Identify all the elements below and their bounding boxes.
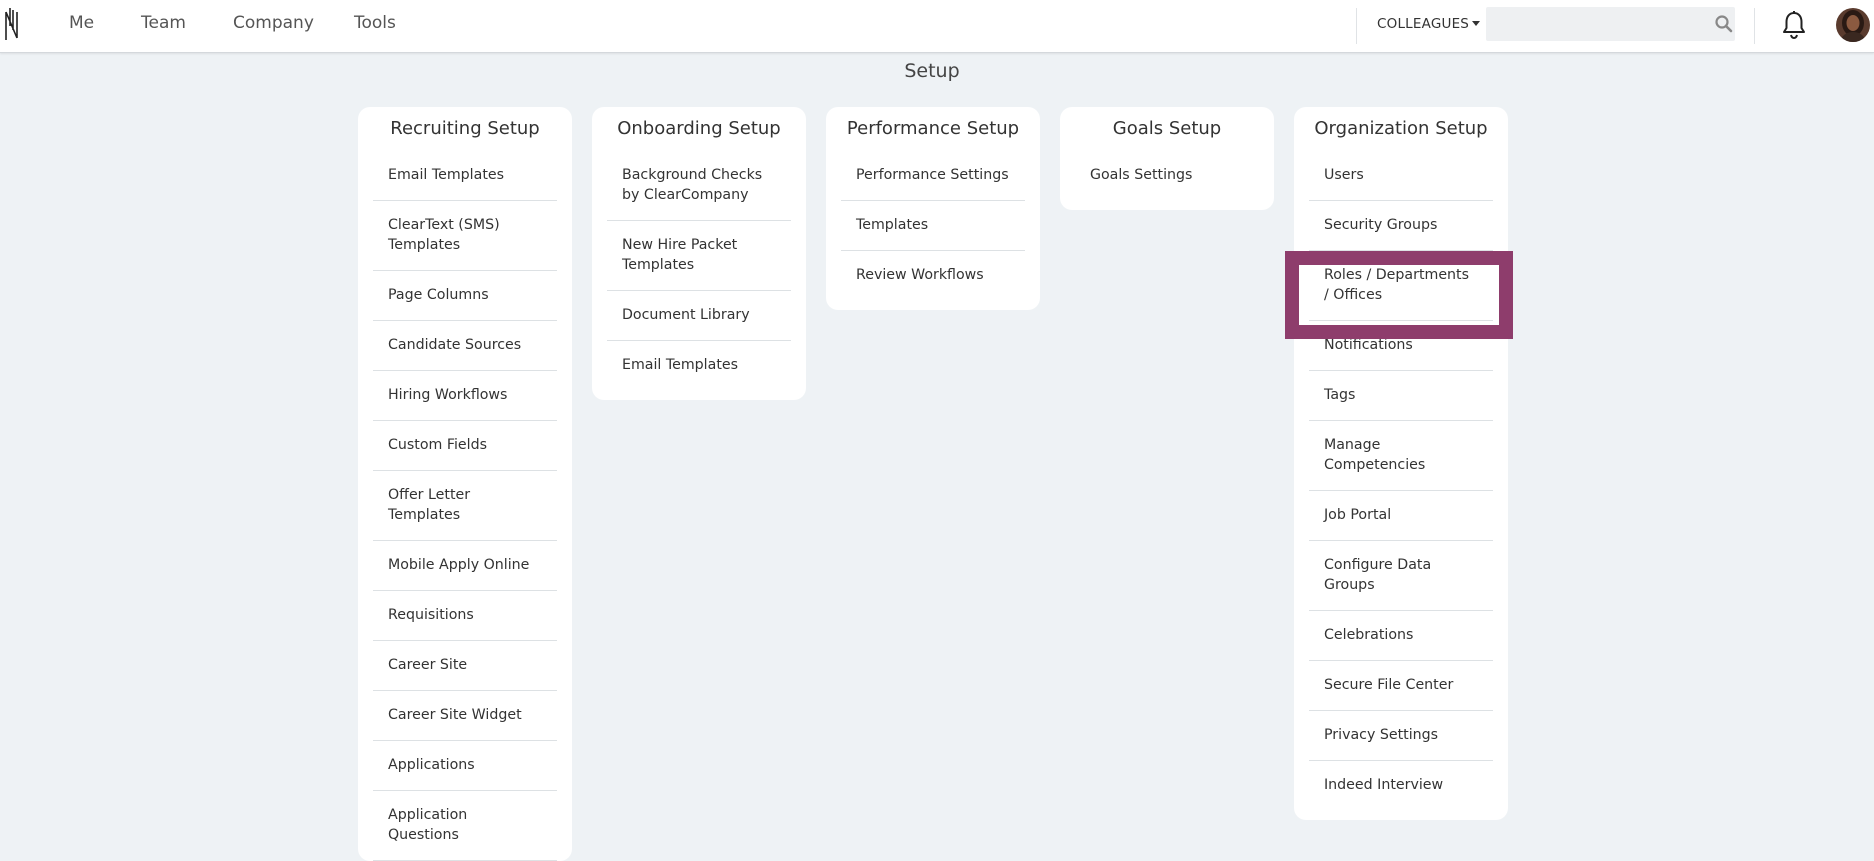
page-title: Setup <box>904 60 960 82</box>
list-item[interactable]: Privacy Settings <box>1309 711 1493 761</box>
list-item[interactable]: Security Groups <box>1309 201 1493 251</box>
list-item[interactable]: Career Site Widget <box>373 691 557 741</box>
search-input[interactable] <box>1486 7 1735 41</box>
list-item[interactable]: Configure Data Groups <box>1309 541 1493 611</box>
top-nav-bar: Me Team Company Tools COLLEAGUES <box>0 0 1874 53</box>
colleagues-dropdown[interactable]: COLLEAGUES <box>1377 16 1481 32</box>
list-item[interactable]: Performance Settings <box>841 151 1025 201</box>
notifications-bell-icon[interactable] <box>1780 10 1808 40</box>
nav-link-me[interactable]: Me <box>69 13 94 33</box>
onboarding-setup-card: Onboarding Setup Background Checks by Cl… <box>592 107 806 400</box>
list-item[interactable]: Indeed Interview <box>1309 761 1493 810</box>
list-item[interactable]: Career Site <box>373 641 557 691</box>
card-title: Performance Setup <box>846 118 1020 139</box>
nav-divider <box>1754 8 1755 44</box>
list-item[interactable]: Applications <box>373 741 557 791</box>
goals-setup-card: Goals Setup Goals Settings <box>1060 107 1274 210</box>
user-avatar[interactable] <box>1836 8 1870 42</box>
list-item[interactable]: Application Questions <box>373 791 557 861</box>
list-item[interactable]: Background Checks by ClearCompany <box>607 151 791 221</box>
list-item[interactable]: Document Library <box>607 291 791 341</box>
list-item[interactable]: Mobile Apply Online <box>373 541 557 591</box>
list-item[interactable]: Requisitions <box>373 591 557 641</box>
list-item[interactable]: Manage Competencies <box>1309 421 1493 491</box>
nav-divider <box>1356 8 1357 44</box>
card-title: Onboarding Setup <box>617 118 781 139</box>
card-title: Recruiting Setup <box>390 118 540 139</box>
colleagues-label: COLLEAGUES <box>1377 16 1470 32</box>
list-item[interactable]: Email Templates <box>607 341 791 390</box>
card-title: Goals Setup <box>1112 118 1222 139</box>
nav-link-tools[interactable]: Tools <box>354 13 396 33</box>
list-item[interactable]: Secure File Center <box>1309 661 1493 711</box>
performance-setup-card: Performance Setup Performance Settings T… <box>826 107 1040 310</box>
list-item[interactable]: Page Columns <box>373 271 557 321</box>
nav-link-company[interactable]: Company <box>233 13 314 33</box>
list-item[interactable]: New Hire Packet Templates <box>607 221 791 291</box>
organization-setup-card: Organization Setup Users Security Groups… <box>1294 107 1508 820</box>
chevron-down-icon <box>1472 21 1481 26</box>
list-item[interactable]: Tags <box>1309 371 1493 421</box>
card-title: Organization Setup <box>1314 118 1488 139</box>
list-item[interactable]: ClearText (SMS) Templates <box>373 201 557 271</box>
list-item[interactable]: Job Portal <box>1309 491 1493 541</box>
list-item[interactable]: Hiring Workflows <box>373 371 557 421</box>
list-item[interactable]: Review Workflows <box>841 251 1025 300</box>
list-item-highlighted[interactable]: Roles / Departments / Offices <box>1309 251 1493 321</box>
nav-link-team[interactable]: Team <box>141 13 186 33</box>
list-item[interactable]: Users <box>1309 151 1493 201</box>
list-item[interactable]: Candidate Sources <box>373 321 557 371</box>
list-item[interactable]: Custom Fields <box>373 421 557 471</box>
search-icon[interactable] <box>1714 14 1734 34</box>
list-item[interactable]: Celebrations <box>1309 611 1493 661</box>
recruiting-setup-card: Recruiting Setup Email Templates ClearTe… <box>358 107 572 861</box>
list-item[interactable]: Templates <box>841 201 1025 251</box>
list-item[interactable]: Goals Settings <box>1075 151 1259 200</box>
app-logo-icon[interactable] <box>4 6 22 42</box>
list-item[interactable]: Notifications <box>1309 321 1493 371</box>
list-item[interactable]: Offer Letter Templates <box>373 471 557 541</box>
list-item[interactable]: Email Templates <box>373 151 557 201</box>
